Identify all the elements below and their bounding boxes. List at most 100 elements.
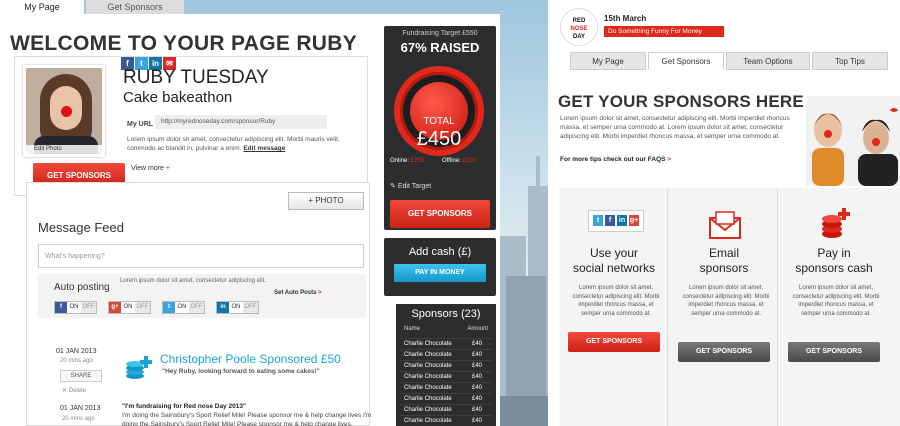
twitter-icon: t <box>163 302 175 313</box>
get-sponsors-panel: RED NOSE DAY 15th March Do Something Fun… <box>548 0 900 426</box>
option-text: Lorem ipsum dolor sit amet, consectetur … <box>792 285 880 317</box>
total-amount: £450 <box>416 128 462 150</box>
offline-total: Offline: £200 <box>442 158 476 164</box>
tab-my-page[interactable]: My Page <box>570 52 646 70</box>
auto-posting-text: Lorem ipsum dolor sit amet, consectetur … <box>120 278 267 284</box>
add-photo-button[interactable]: + PHOTO <box>288 192 364 210</box>
sponsor-row: Charlie Chocolate £40 <box>400 360 492 371</box>
tab-team-options[interactable]: Team Options <box>726 52 810 70</box>
toggle-off: OFF <box>135 302 150 313</box>
option-title: Use your social networks <box>560 246 668 276</box>
pay-in-money-button[interactable]: PAY IN MONEY <box>394 264 486 282</box>
amount-column-header: Amount <box>467 326 488 332</box>
get-sponsors-button[interactable]: GET SPONSORS <box>788 342 880 362</box>
people-photo <box>806 96 900 186</box>
googleplus-icon[interactable]: g+ <box>629 215 639 226</box>
status-input[interactable]: What's happening? <box>38 244 364 268</box>
set-auto-posts-link[interactable]: Set Auto Posts > <box>274 290 322 296</box>
tab-get-sponsors[interactable]: Get Sponsors <box>86 0 184 14</box>
event-date: 15th March <box>604 14 647 23</box>
toggle-off: OFF <box>243 302 258 313</box>
toggle-on: ON <box>123 304 133 310</box>
offline-label: Offline: <box>442 158 461 164</box>
arrow-right-icon: > <box>667 156 672 163</box>
get-sponsors-button[interactable]: GET SPONSORS <box>568 332 660 352</box>
facebook-toggle[interactable]: f ON OFF <box>54 301 97 314</box>
tagline-banner: Do Something Funny For Money <box>604 26 724 37</box>
sponsors-table-header: Name Amount <box>400 326 492 336</box>
sponsor-row: Charlie Chocolate £40 <box>400 404 492 415</box>
option-title: Pay in sponsors cash <box>780 246 888 276</box>
online-total: Online: £250 <box>390 158 424 164</box>
tab-my-page[interactable]: My Page <box>0 0 84 14</box>
name-column-header: Name <box>404 326 421 332</box>
entry-date: 01 JAN 2013 <box>56 348 97 355</box>
coins-icon <box>126 356 152 379</box>
get-sponsors-button[interactable]: GET SPONSORS <box>678 342 770 362</box>
option-title-line: sponsors cash <box>795 261 873 275</box>
sponsors-title: Sponsors (23) <box>411 308 481 320</box>
sponsored-notice: Christopher Poole Sponsored £50 <box>160 352 341 366</box>
edit-message-link[interactable]: Edit message <box>243 145 285 152</box>
delete-link[interactable]: ✕ Delete <box>62 387 86 394</box>
get-sponsors-button[interactable]: GET SPONSORS <box>390 200 490 228</box>
tab-get-sponsors[interactable]: Get Sponsors <box>648 52 724 70</box>
feed-title: Message Feed <box>38 220 124 235</box>
pencil-icon: ✎ <box>390 183 396 190</box>
logo-line: RED <box>572 18 586 24</box>
avatar[interactable]: Edit Photo <box>23 65 105 157</box>
profile-url-field[interactable]: http://myrednoseday.com/sponsor/Ruby <box>155 115 327 129</box>
page-title: WELCOME TO YOUR PAGE RUBY <box>10 32 358 55</box>
total-raised-dial: TOTAL £450 <box>394 66 484 156</box>
share-button[interactable]: SHARE <box>60 370 102 382</box>
sponsor-amount: £40 <box>471 407 482 413</box>
profile-event: Cake bakeathon <box>123 89 233 106</box>
linkedin-toggle[interactable]: in ON OFF <box>216 301 259 314</box>
social-icons-box: t f in g+ <box>588 210 644 232</box>
sponsor-amount: £40 <box>471 396 482 402</box>
entry-time-ago: 20 mins ago <box>62 416 95 422</box>
twitter-toggle[interactable]: t ON OFF <box>162 301 205 314</box>
feed-message: "I'm fundraising for Red nose Day 2013" … <box>122 402 372 426</box>
sponsor-row: Charlie Chocolate £40 <box>400 338 492 349</box>
facebook-icon: f <box>55 302 67 313</box>
edit-target-link[interactable]: ✎ Edit Target <box>390 182 431 190</box>
option-text: Lorem ipsum dolor sit amet, consectetur … <box>682 285 770 317</box>
profile-name: RUBY TUESDAY <box>123 67 269 88</box>
plus-icon: + <box>165 165 170 172</box>
set-auto-posts-label: Set Auto Posts <box>274 290 317 296</box>
message-title: "I'm fundraising for Red nose Day 2013" <box>122 403 247 410</box>
tab-top-tips[interactable]: Top Tips <box>812 52 888 70</box>
googleplus-toggle[interactable]: g+ ON OFF <box>108 301 151 314</box>
twitter-icon[interactable]: t <box>593 215 603 226</box>
linkedin-icon[interactable]: in <box>617 215 627 226</box>
offline-value: £200 <box>462 158 476 164</box>
sponsor-amount: £40 <box>471 352 482 358</box>
right-tab-bar: My Page Get Sponsors Team Options Top Ti… <box>570 52 888 70</box>
sponsor-amount: £40 <box>471 418 482 424</box>
sponsor-name: Charlie Chocolate <box>404 341 452 347</box>
my-page-panel: My Page Get Sponsors WELCOME TO YOUR PAG… <box>0 0 560 426</box>
profile-bio: Lorem ipsum dolor sit amet, consectetur … <box>127 135 367 153</box>
total-label: TOTAL <box>423 116 455 127</box>
sponsor-name: Charlie Chocolate <box>404 385 452 391</box>
raised-percent: 67% RAISED <box>400 40 480 55</box>
faqs-link[interactable]: For more tips check out our FAQS > <box>560 156 671 163</box>
intro-text: Lorem ipsum dolor sit amet, consectetur … <box>560 115 790 140</box>
option-title-line: sponsors <box>699 261 749 275</box>
sponsor-amount: £40 <box>471 363 482 369</box>
sponsor-name: Charlie Chocolate <box>404 396 452 402</box>
sponsor-name: Charlie Chocolate <box>404 407 452 413</box>
toggle-on: ON <box>177 304 187 310</box>
linkedin-icon: in <box>217 302 229 313</box>
online-label: Online: <box>390 158 410 164</box>
add-cash-title: Add cash (£) <box>408 246 472 258</box>
sponsors-list: Sponsors (23) Name Amount Charlie Chocol… <box>396 304 496 426</box>
sponsor-row: Charlie Chocolate £40 <box>400 415 492 426</box>
sponsor-name: Charlie Chocolate <box>404 363 452 369</box>
view-more-link[interactable]: View more + <box>131 165 170 172</box>
edit-photo-link[interactable]: Edit Photo <box>26 145 102 154</box>
facebook-icon[interactable]: f <box>605 215 615 226</box>
red-nose-day-logo[interactable]: RED NOSE DAY <box>560 8 598 46</box>
sponsor-name: Charlie Chocolate <box>404 352 452 358</box>
